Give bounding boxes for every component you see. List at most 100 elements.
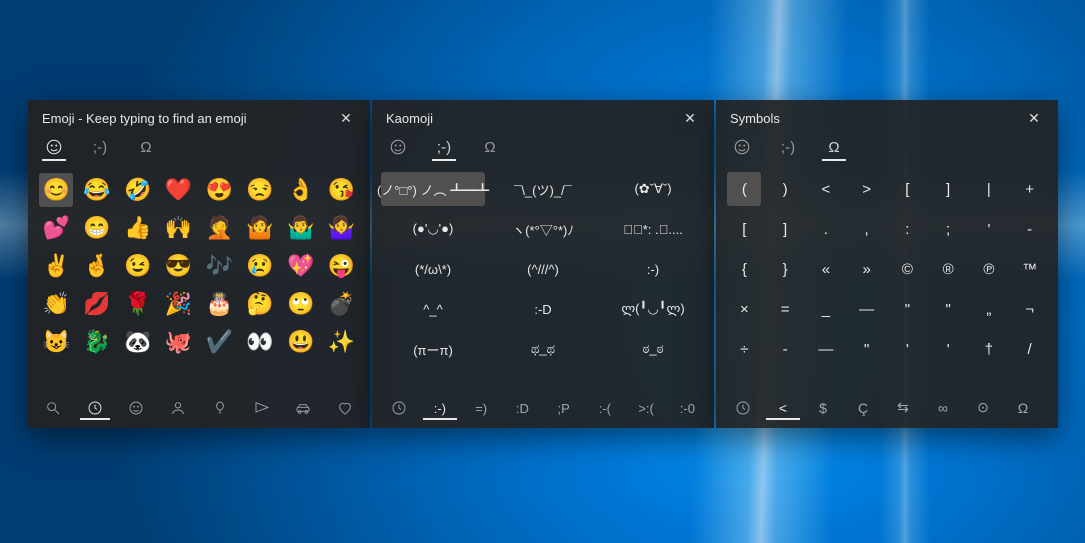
symbol-cell[interactable]: ℗ — [972, 252, 1006, 286]
symbol-cell[interactable]: ' — [972, 212, 1006, 246]
symbol-cell[interactable]: ' — [890, 332, 924, 366]
symbol-cell[interactable]: ] — [768, 212, 802, 246]
emoji-cell[interactable]: 😺 — [39, 325, 73, 359]
emoji-cell[interactable]: 🙌 — [162, 211, 196, 245]
emoji-cell[interactable]: ✌️ — [39, 249, 73, 283]
cat-laugh[interactable]: :D — [506, 400, 539, 420]
emoji-cell[interactable]: 😂 — [80, 173, 114, 207]
kaomoji-cell[interactable]: :-D — [491, 292, 595, 326]
symbol-cell[interactable]: † — [972, 332, 1006, 366]
emoji-cell[interactable]: ✨ — [325, 325, 359, 359]
emoji-cell[interactable]: 👀 — [243, 325, 277, 359]
kaomoji-cell[interactable]: ಥ_ಥ — [491, 332, 595, 366]
cat-recent[interactable] — [382, 400, 415, 420]
symbol-cell[interactable]: ] — [931, 172, 965, 206]
close-button[interactable]: ✕ — [1024, 110, 1044, 127]
tab-kaomoji[interactable]: ;-) — [88, 135, 112, 161]
symbol-cell[interactable]: - — [1013, 212, 1047, 246]
symbol-cell[interactable]: © — [890, 252, 924, 286]
emoji-cell[interactable]: 🐼 — [121, 325, 155, 359]
emoji-cell[interactable]: 🤷‍♀️ — [325, 211, 359, 245]
symbol-cell[interactable]: « — [809, 252, 843, 286]
symbol-cell[interactable]: » — [850, 252, 884, 286]
tab-emoji[interactable] — [42, 135, 66, 161]
kaomoji-cell[interactable]: (ノ°□°) ノ︵ ┻━┻ — [381, 172, 485, 206]
symbol-cell[interactable]: " — [890, 292, 924, 326]
kaomoji-cell[interactable]: (*/ω\*) — [381, 252, 485, 286]
symbol-cell[interactable]: = — [768, 292, 802, 326]
cat-greek[interactable]: Ω — [1006, 399, 1040, 420]
emoji-cell[interactable]: 💕 — [39, 211, 73, 245]
cat-equals[interactable]: =) — [465, 400, 498, 420]
cat-food[interactable] — [247, 400, 277, 420]
cat-latin[interactable]: Ç — [846, 399, 880, 420]
symbol-cell[interactable]: / — [1013, 332, 1047, 366]
cat-search[interactable] — [38, 400, 68, 420]
symbol-cell[interactable]: ( — [727, 172, 761, 206]
emoji-cell[interactable]: 😉 — [121, 249, 155, 283]
cat-smileys[interactable] — [121, 400, 151, 420]
kaomoji-cell[interactable]: ✲ﾟ*: .｡.... — [601, 212, 705, 246]
emoji-cell[interactable]: 🤣 — [121, 173, 155, 207]
close-button[interactable]: ✕ — [680, 110, 700, 127]
emoji-cell[interactable]: 🤞 — [80, 249, 114, 283]
symbol-cell[interactable]: " — [931, 292, 965, 326]
cat-sad[interactable]: :-( — [588, 400, 621, 420]
kaomoji-cell[interactable]: :-) — [601, 252, 705, 286]
cat-geometric[interactable]: ⊙ — [966, 399, 1000, 420]
emoji-cell[interactable]: 😘 — [325, 173, 359, 207]
emoji-cell[interactable]: 🤔 — [243, 287, 277, 321]
symbol-cell[interactable]: > — [850, 172, 884, 206]
symbol-cell[interactable]: — — [809, 332, 843, 366]
emoji-cell[interactable]: 🌹 — [121, 287, 155, 321]
cat-people[interactable] — [163, 400, 193, 420]
emoji-cell[interactable]: 🤷‍♂️ — [284, 211, 318, 245]
emoji-cell[interactable]: 😁 — [80, 211, 114, 245]
emoji-cell[interactable]: 😒 — [243, 173, 277, 207]
tab-symbols[interactable]: Ω — [134, 135, 158, 161]
symbol-cell[interactable]: + — [1013, 172, 1047, 206]
kaomoji-cell[interactable]: ¯\_(ツ)_/¯ — [491, 172, 595, 206]
symbol-cell[interactable]: < — [809, 172, 843, 206]
emoji-cell[interactable]: 😃 — [284, 325, 318, 359]
emoji-cell[interactable]: 💋 — [80, 287, 114, 321]
tab-kaomoji[interactable]: ;-) — [432, 135, 456, 161]
symbol-cell[interactable]: } — [768, 252, 802, 286]
symbol-cell[interactable]: _ — [809, 292, 843, 326]
symbol-cell[interactable]: ® — [931, 252, 965, 286]
symbol-cell[interactable]: ; — [931, 212, 965, 246]
emoji-cell[interactable]: ✔️ — [202, 325, 236, 359]
kaomoji-cell[interactable]: (✿ˇ∀ˇ) — [601, 172, 705, 206]
symbol-cell[interactable]: × — [727, 292, 761, 326]
emoji-cell[interactable]: 👌 — [284, 173, 318, 207]
symbol-cell[interactable]: . — [809, 212, 843, 246]
emoji-cell[interactable]: ❤️ — [162, 173, 196, 207]
emoji-cell[interactable]: 😢 — [243, 249, 277, 283]
cat-recent[interactable] — [80, 400, 110, 420]
cat-hearts[interactable] — [330, 400, 360, 420]
cat-angry[interactable]: >:( — [630, 400, 663, 420]
symbol-cell[interactable]: : — [890, 212, 924, 246]
symbol-cell[interactable]: , — [850, 212, 884, 246]
kaomoji-cell[interactable]: (πーπ) — [381, 332, 485, 366]
tab-kaomoji[interactable]: ;-) — [776, 135, 800, 161]
cat-wink[interactable]: ;P — [547, 400, 580, 420]
emoji-cell[interactable]: 😎 — [162, 249, 196, 283]
emoji-cell[interactable]: 😊 — [39, 173, 73, 207]
kaomoji-cell[interactable]: ಠ_ಠ — [601, 332, 705, 366]
emoji-cell[interactable]: 👍 — [121, 211, 155, 245]
symbol-cell[interactable]: — — [850, 292, 884, 326]
symbol-cell[interactable]: ) — [768, 172, 802, 206]
kaomoji-cell[interactable]: ^_^ — [381, 292, 485, 326]
cat-math[interactable]: ∞ — [926, 399, 960, 420]
symbol-cell[interactable]: ¬ — [1013, 292, 1047, 326]
symbol-cell[interactable]: [ — [890, 172, 924, 206]
cat-celebration[interactable] — [205, 400, 235, 420]
symbol-cell[interactable]: { — [727, 252, 761, 286]
emoji-cell[interactable]: 🙄 — [284, 287, 318, 321]
emoji-cell[interactable]: 🐉 — [80, 325, 114, 359]
emoji-cell[interactable]: 🤦 — [202, 211, 236, 245]
kaomoji-cell[interactable]: (^///^) — [491, 252, 595, 286]
tab-symbols[interactable]: Ω — [822, 135, 846, 161]
emoji-cell[interactable]: 😍 — [202, 173, 236, 207]
